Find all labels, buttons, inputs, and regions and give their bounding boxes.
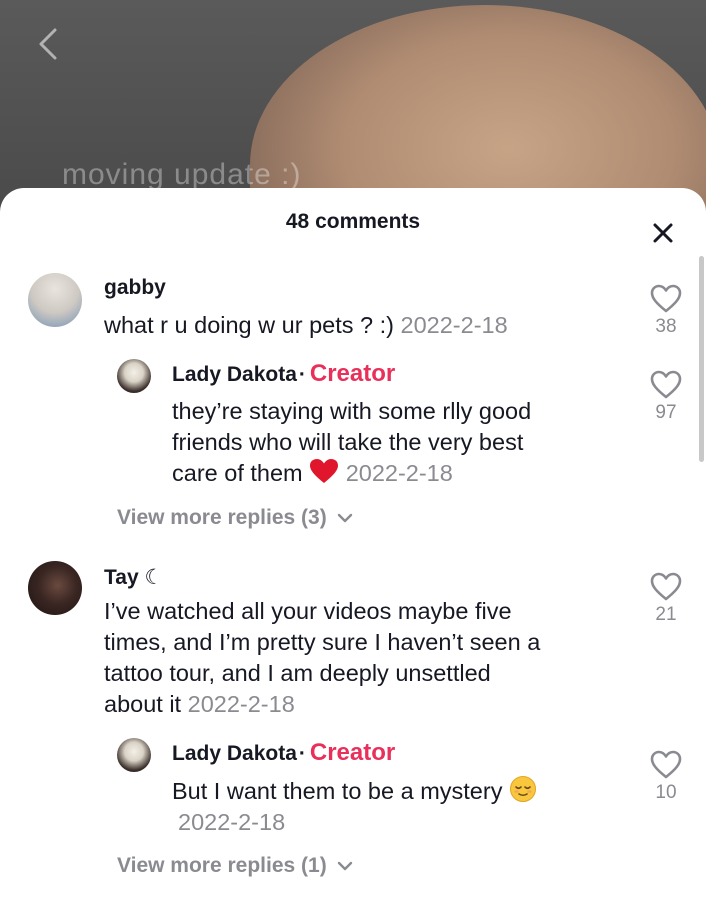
like-count: 21	[655, 604, 677, 625]
like-count: 10	[655, 782, 677, 803]
avatar[interactable]	[28, 561, 82, 615]
avatar[interactable]	[117, 738, 151, 772]
chevron-down-icon	[337, 861, 352, 871]
comment-line: tattoo tour, and I am deeply unsettled	[104, 660, 491, 686]
reply-username[interactable]: Lady Dakota	[172, 742, 297, 765]
view-more-replies[interactable]: View more replies (3)	[117, 506, 353, 530]
like-button[interactable]: 21	[646, 572, 686, 626]
heart-outline-icon	[650, 370, 682, 399]
reply-username[interactable]: Lady Dakota	[172, 363, 297, 386]
creator-badge: Creator	[309, 739, 396, 766]
reply-text: But I want them to be a mystery 2022-2-1…	[172, 775, 537, 838]
reply-date: 2022-2-18	[178, 809, 286, 835]
comment-line: I’ve watched all your videos maybe five	[104, 598, 512, 624]
like-button[interactable]: 10	[646, 750, 686, 804]
comment-username[interactable]: gabby	[104, 276, 166, 300]
like-count: 38	[655, 316, 677, 337]
scrollbar[interactable]	[699, 256, 704, 462]
red-heart-emoji-icon	[310, 459, 339, 483]
reply-line-first: But I want them to be a mystery	[172, 775, 537, 807]
view-more-label: View more replies (1)	[117, 854, 327, 877]
reply-line-text: But I want them to be a mystery	[172, 778, 503, 804]
comment-text: what r u doing w ur pets ? :) 2022-2-18	[104, 310, 508, 341]
comment-date: 2022-2-18	[187, 691, 295, 717]
avatar[interactable]	[28, 273, 82, 327]
reply-username-row: Lady Dakota· Creator	[172, 739, 396, 766]
reply-line-text: care of them	[172, 460, 303, 486]
chevron-down-icon	[337, 513, 352, 523]
back-button[interactable]	[30, 26, 66, 62]
video-subject	[250, 5, 706, 215]
close-icon	[653, 223, 673, 243]
reply-date-row: 2022-2-18	[178, 807, 537, 838]
reply-line: friends who will take the very best	[172, 429, 524, 455]
creator-badge: Creator	[309, 360, 396, 387]
heart-outline-icon	[650, 572, 682, 601]
reply-date: 2022-2-18	[345, 460, 453, 486]
comment-username[interactable]: Tay ☾	[104, 565, 163, 590]
close-button[interactable]	[648, 218, 678, 248]
reply-username-row: Lady Dakota· Creator	[172, 360, 396, 387]
reply-line-last: care of them 2022-2-18	[172, 458, 531, 489]
back-icon	[39, 28, 57, 60]
heart-outline-icon	[650, 284, 682, 313]
comment-body: what r u doing w ur pets ? :)	[104, 312, 394, 338]
avatar[interactable]	[117, 359, 151, 393]
reply-line: they’re staying with some rlly good	[172, 398, 532, 424]
comments-count-title: 48 comments	[285, 210, 421, 233]
view-more-replies[interactable]: View more replies (1)	[117, 854, 353, 878]
relieved-face-emoji-icon	[509, 776, 536, 802]
comment-line: times, and I’m pretty sure I haven’t see…	[104, 629, 541, 655]
comment-line-last: about it 2022-2-18	[104, 689, 540, 720]
video-caption: moving update :)	[62, 158, 302, 191]
heart-outline-icon	[650, 750, 682, 779]
comment-text: I’ve watched all your videos maybe five …	[104, 596, 540, 720]
like-button[interactable]: 97	[646, 370, 686, 424]
reply-text: they’re staying with some rlly good frie…	[172, 396, 531, 489]
comment-date: 2022-2-18	[400, 312, 508, 338]
comment-line-text: about it	[104, 691, 182, 717]
view-more-label: View more replies (3)	[117, 506, 327, 529]
video-background: moving update :)	[0, 0, 706, 215]
like-count: 97	[655, 402, 677, 423]
like-button[interactable]: 38	[646, 284, 686, 338]
